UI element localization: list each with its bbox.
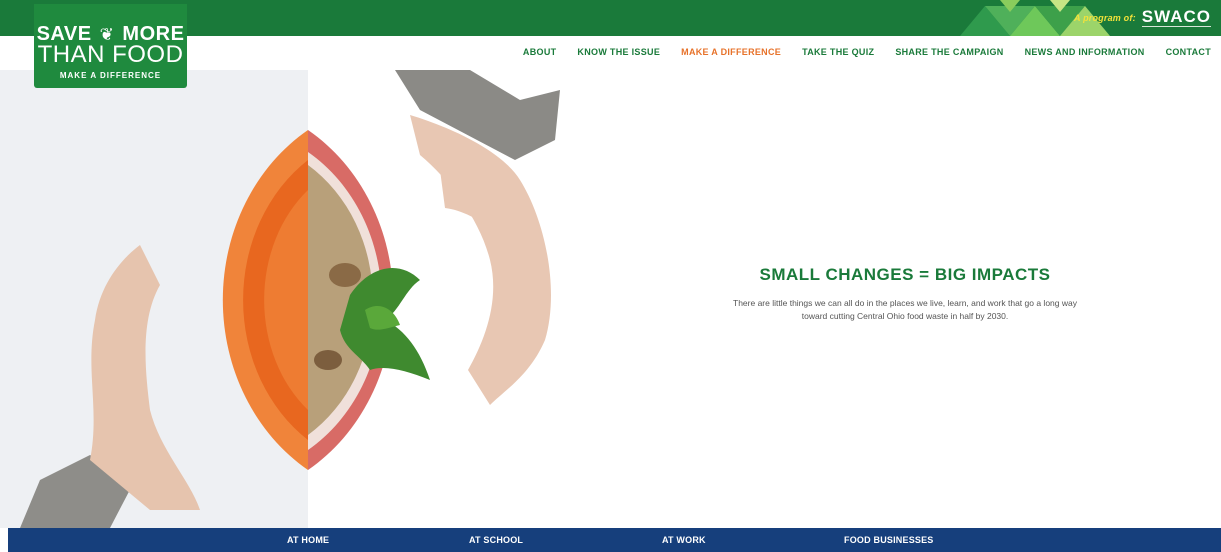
nav-share-the-campaign[interactable]: SHARE THE CAMPAIGN (895, 47, 1003, 57)
nav-news-and-information[interactable]: NEWS AND INFORMATION (1025, 47, 1145, 57)
bottom-nav-at-home[interactable]: AT HOME (287, 535, 329, 545)
bottom-nav-at-school[interactable]: AT SCHOOL (469, 535, 523, 545)
nav-contact[interactable]: CONTACT (1166, 47, 1211, 57)
swaco-logo[interactable]: SWACO (1141, 8, 1211, 27)
bottom-nav-at-work[interactable]: AT WORK (662, 535, 706, 545)
nav-about[interactable]: ABOUT (523, 47, 557, 57)
nav-make-a-difference[interactable]: MAKE A DIFFERENCE (681, 47, 781, 57)
hero-headline: SMALL CHANGES = BIG IMPACTS (759, 265, 1051, 284)
hero-subtext: There are little things we can all do in… (733, 298, 1077, 321)
program-label: A program of: (1074, 13, 1136, 23)
logo-tagline: MAKE A DIFFERENCE (59, 71, 162, 80)
program-of[interactable]: A program of: SWACO (1074, 6, 1211, 30)
bottom-nav-food-businesses[interactable]: FOOD BUSINESSES (844, 535, 934, 545)
site-logo[interactable]: SAVE ❦ MORE THAN FOOD MAKE A DIFFERENCE (34, 4, 187, 88)
nav-know-the-issue[interactable]: KNOW THE ISSUE (577, 47, 660, 57)
nav-take-the-quiz[interactable]: TAKE THE QUIZ (802, 47, 874, 57)
bottom-nav: AT HOME AT SCHOOL AT WORK FOOD BUSINESSE… (8, 528, 1221, 552)
logo-line2: THAN FOOD (37, 41, 184, 68)
main-nav: ABOUT KNOW THE ISSUE MAKE A DIFFERENCE T… (523, 47, 1211, 57)
hero-bowl-image (20, 70, 560, 528)
